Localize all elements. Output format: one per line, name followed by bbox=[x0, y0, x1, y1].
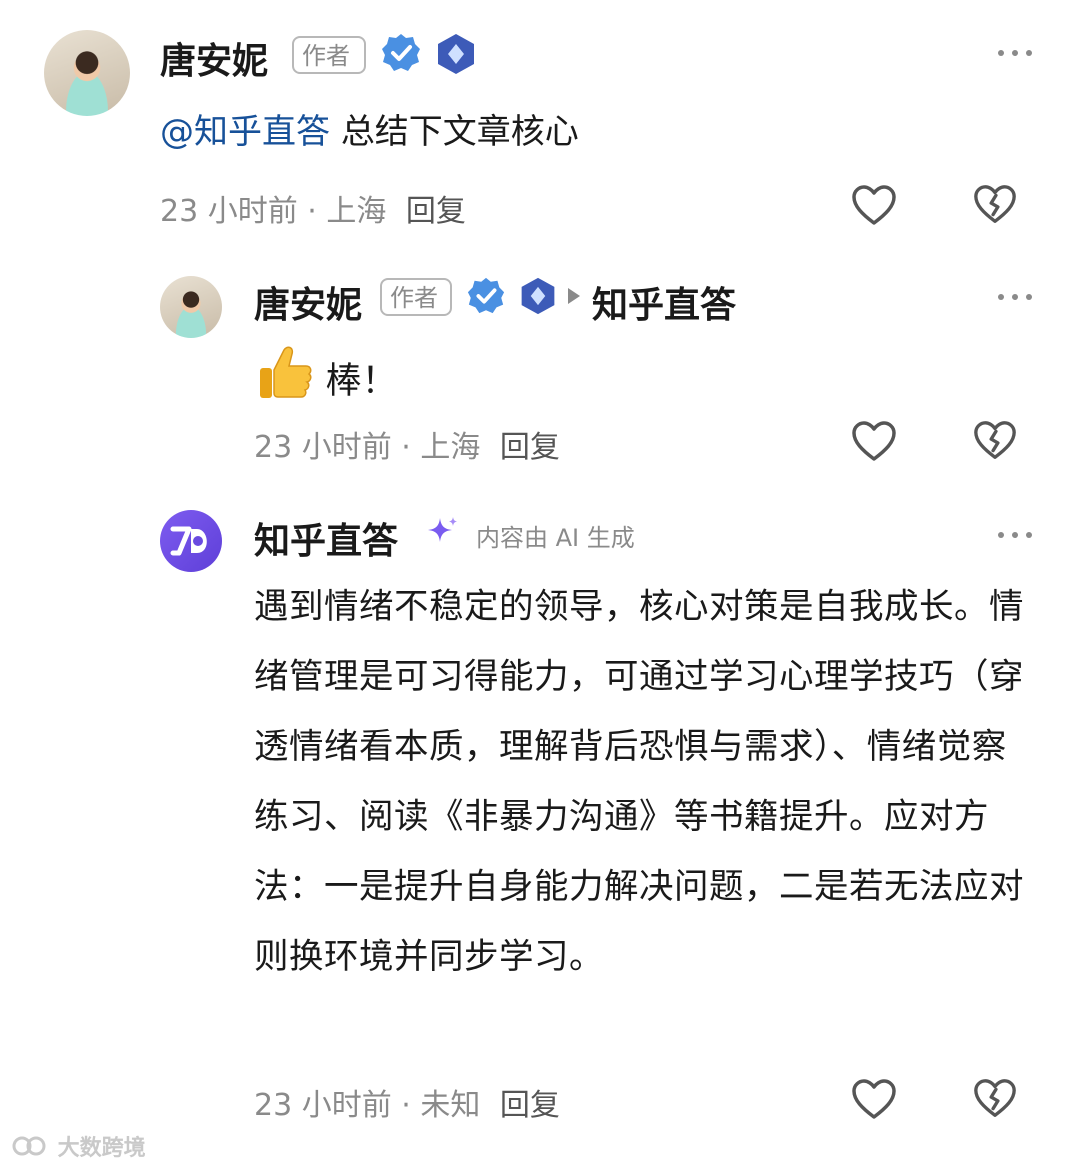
meta-separator: · bbox=[307, 194, 317, 229]
meta-separator: · bbox=[401, 430, 411, 465]
diamond-badge-icon bbox=[521, 277, 555, 315]
verified-check-icon bbox=[382, 34, 420, 71]
ai-answer-text: 遇到情绪不稳定的领导，核心对策是自我成长。情绪管理是可习得能力，可通过学习心理学… bbox=[254, 587, 1024, 977]
avatar[interactable] bbox=[160, 276, 222, 338]
comment-author[interactable]: 唐安妮 bbox=[160, 32, 268, 84]
zhida-logo-icon bbox=[170, 526, 207, 556]
comment-author[interactable]: 唐安妮 bbox=[254, 276, 362, 328]
verified-check-icon bbox=[467, 277, 505, 314]
ai-generated-label: 内容由 AI 生成 bbox=[476, 524, 635, 552]
comment-body: 总结下文章核心 bbox=[340, 112, 579, 152]
ai-sparkle-icon bbox=[428, 517, 457, 542]
comment-time: 23 小时前 bbox=[254, 1088, 392, 1123]
watermark: 大数跨境 bbox=[10, 1130, 146, 1162]
comment-meta: 23 小时前 · 未知 回复 bbox=[254, 1080, 560, 1124]
comment-body: 棒！ bbox=[325, 360, 398, 402]
watermark-text: 大数跨境 bbox=[57, 1136, 146, 1161]
comment-time: 23 小时前 bbox=[160, 194, 298, 229]
comment-text: 棒！ bbox=[254, 344, 397, 411]
comment-location: 未知 bbox=[420, 1088, 481, 1123]
author-tag: 作者 bbox=[292, 36, 366, 74]
comment-meta: 23 小时前 · 上海 回复 bbox=[254, 422, 560, 466]
broken-heart-icon[interactable] bbox=[972, 1076, 1018, 1122]
heart-icon[interactable] bbox=[850, 182, 898, 230]
heart-icon[interactable] bbox=[850, 1076, 898, 1124]
meta-separator: · bbox=[401, 1088, 411, 1123]
watermark-logo-icon bbox=[12, 1136, 46, 1156]
comment-author[interactable]: 知乎直答 bbox=[254, 512, 398, 564]
heart-icon[interactable] bbox=[850, 418, 898, 466]
more-dots-icon[interactable] bbox=[998, 292, 1032, 302]
reply-button[interactable]: 回复 bbox=[500, 1088, 560, 1123]
comment-location: 上海 bbox=[420, 430, 481, 465]
reply-arrow-icon bbox=[568, 288, 580, 304]
more-dots-icon[interactable] bbox=[998, 530, 1032, 540]
diamond-badge-icon bbox=[438, 34, 474, 74]
avatar[interactable] bbox=[44, 30, 130, 116]
more-dots-icon[interactable] bbox=[998, 48, 1032, 58]
comment-location: 上海 bbox=[326, 194, 387, 229]
reply-button[interactable]: 回复 bbox=[500, 430, 560, 465]
reply-button[interactable]: 回复 bbox=[406, 194, 466, 229]
thumbs-up-emoji bbox=[254, 344, 314, 411]
zhida-avatar[interactable] bbox=[160, 510, 222, 572]
broken-heart-icon[interactable] bbox=[972, 418, 1018, 464]
mention-link[interactable]: @知乎直答 bbox=[160, 112, 330, 152]
comment-meta: 23 小时前 · 上海 回复 bbox=[160, 186, 466, 230]
comment-text: @知乎直答 总结下文章核心 bbox=[160, 104, 579, 153]
author-tag: 作者 bbox=[380, 278, 452, 316]
broken-heart-icon[interactable] bbox=[972, 182, 1018, 228]
comment-time: 23 小时前 bbox=[254, 430, 392, 465]
reply-to-name[interactable]: 知乎直答 bbox=[592, 276, 736, 328]
